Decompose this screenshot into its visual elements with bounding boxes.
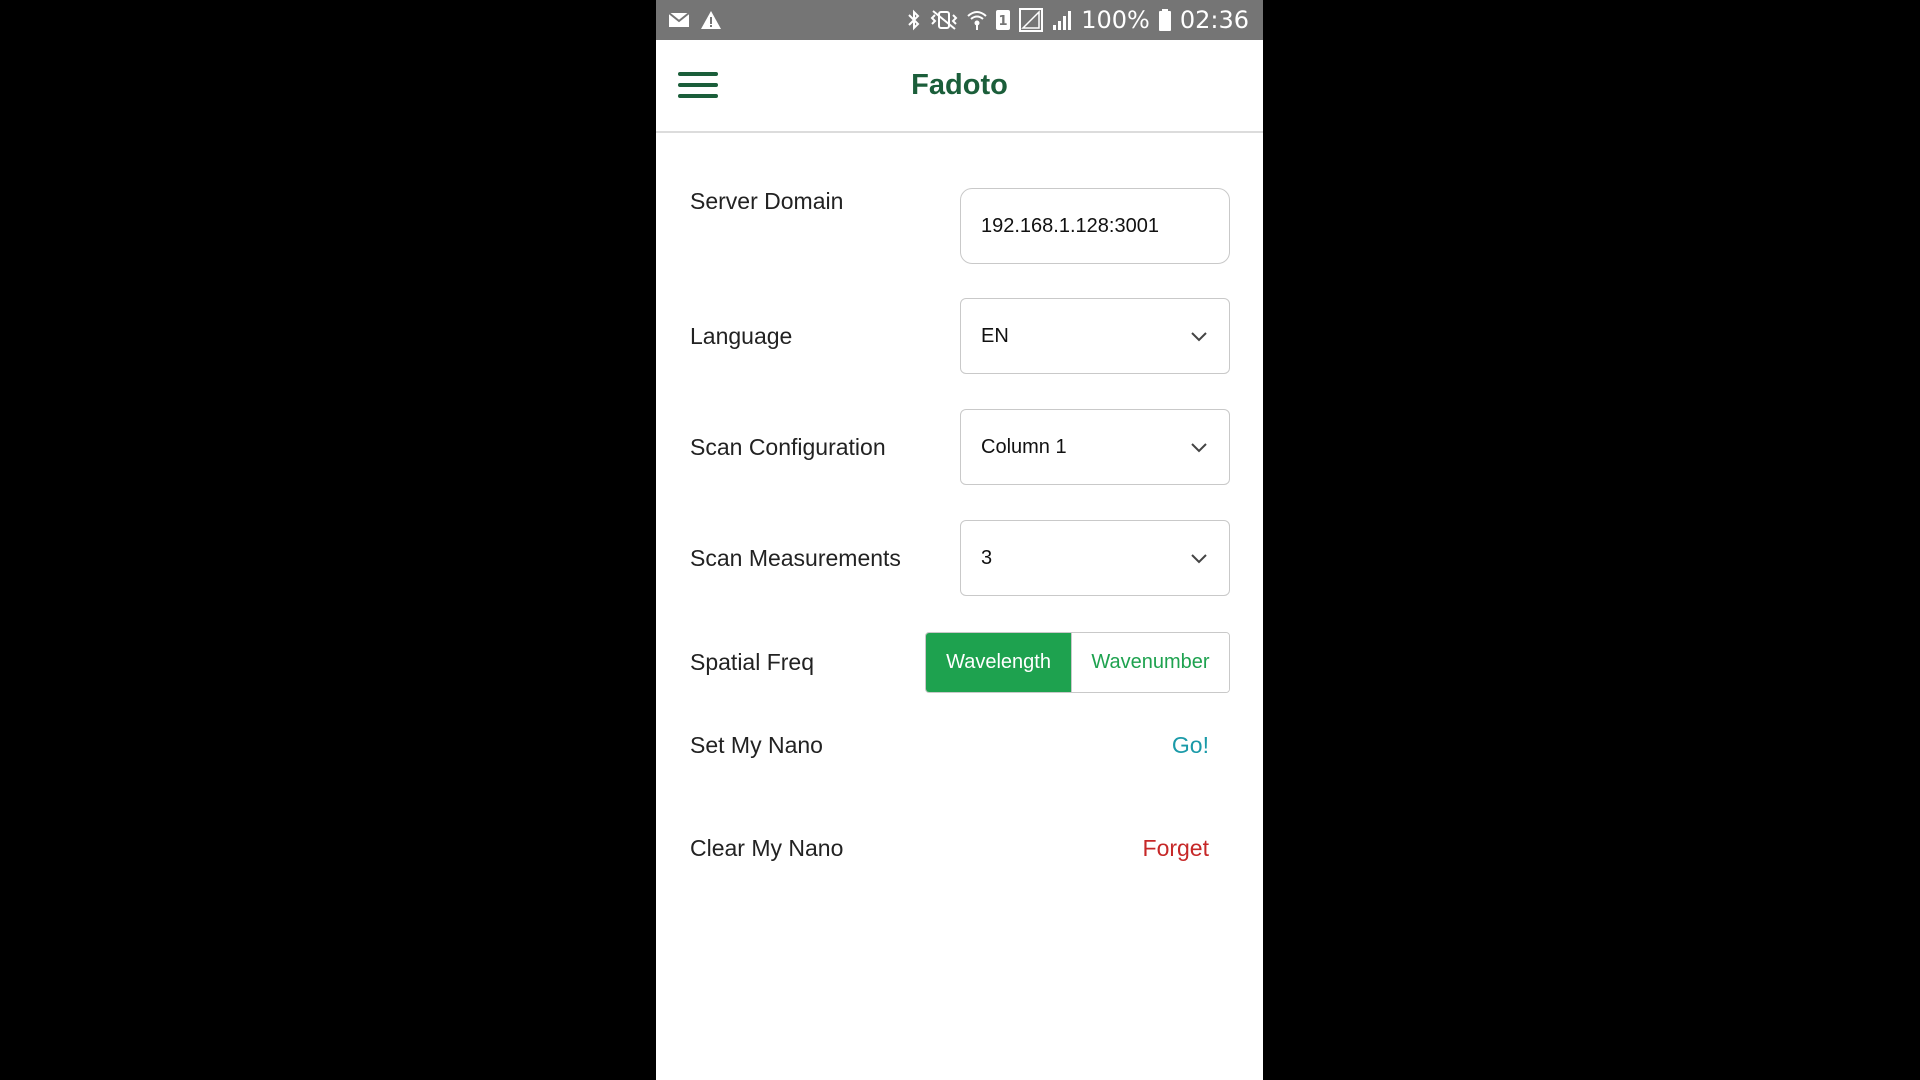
- server-domain-label: Server Domain: [690, 188, 844, 214]
- app-title: Fadoto: [911, 69, 1008, 101]
- spatial-freq-toggle: Wavelength Wavenumber: [925, 632, 1230, 693]
- scan-configuration-select[interactable]: Column 1: [960, 409, 1230, 485]
- scan-configuration-value: Column 1: [981, 435, 1067, 458]
- wavelength-option[interactable]: Wavelength: [926, 633, 1071, 692]
- battery-percent: 100%: [1081, 6, 1150, 34]
- chevron-down-icon: [1189, 326, 1209, 346]
- chevron-down-icon: [1189, 437, 1209, 457]
- spatial-freq-row: Spatial Freq Wavelength Wavenumber: [690, 632, 1230, 693]
- language-select[interactable]: EN: [960, 298, 1230, 374]
- clear-my-nano-label: Clear My Nano: [690, 834, 844, 861]
- forget-button[interactable]: Forget: [1143, 835, 1209, 862]
- wifi-icon: [967, 9, 987, 31]
- scan-measurements-row: Scan Measurements 3: [690, 520, 1230, 596]
- battery-icon: [1158, 8, 1172, 32]
- status-time: 02:36: [1179, 6, 1249, 34]
- language-row: Language EN: [690, 298, 1230, 374]
- scan-measurements-value: 3: [981, 546, 993, 569]
- app-bar: Fadoto: [656, 40, 1263, 133]
- hamburger-menu-icon[interactable]: [678, 72, 718, 102]
- status-bar-left: [668, 10, 722, 30]
- chevron-down-icon: [1189, 548, 1209, 568]
- scan-configuration-label: Scan Configuration: [690, 433, 886, 460]
- server-domain-input[interactable]: 192.168.1.128:3001: [960, 188, 1230, 264]
- warning-icon: [700, 10, 722, 30]
- bluetooth-icon: [907, 9, 921, 31]
- status-bar-right: 1 100% 02:36: [907, 6, 1249, 34]
- scan-measurements-label: Scan Measurements: [690, 544, 901, 571]
- mail-icon: [668, 11, 690, 29]
- scan-measurements-select[interactable]: 3: [960, 520, 1230, 596]
- language-label: Language: [690, 322, 793, 349]
- wavenumber-option[interactable]: Wavenumber: [1071, 633, 1229, 692]
- spatial-freq-label: Spatial Freq: [690, 649, 815, 675]
- signal-icon: [1051, 9, 1073, 31]
- clear-my-nano-row: Clear My Nano Forget: [690, 828, 1229, 868]
- status-bar: 1 100% 02:36: [656, 0, 1263, 40]
- language-value: EN: [981, 324, 1009, 347]
- svg-text:1: 1: [999, 14, 1008, 29]
- scan-configuration-row: Scan Configuration Column 1: [690, 409, 1230, 485]
- phone-screen: 1 100% 02:36 Fadoto Server Domain 192.16: [656, 0, 1263, 1080]
- vibrate-icon: [929, 9, 959, 31]
- signal-empty-icon: [1019, 8, 1044, 32]
- sim-1-icon: 1: [995, 9, 1011, 31]
- set-my-nano-row: Set My Nano Go!: [690, 725, 1229, 765]
- server-domain-value: 192.168.1.128:3001: [981, 214, 1159, 237]
- go-button[interactable]: Go!: [1172, 732, 1209, 759]
- server-domain-row: Server Domain 192.168.1.128:3001: [690, 188, 1230, 264]
- set-my-nano-label: Set My Nano: [690, 731, 823, 758]
